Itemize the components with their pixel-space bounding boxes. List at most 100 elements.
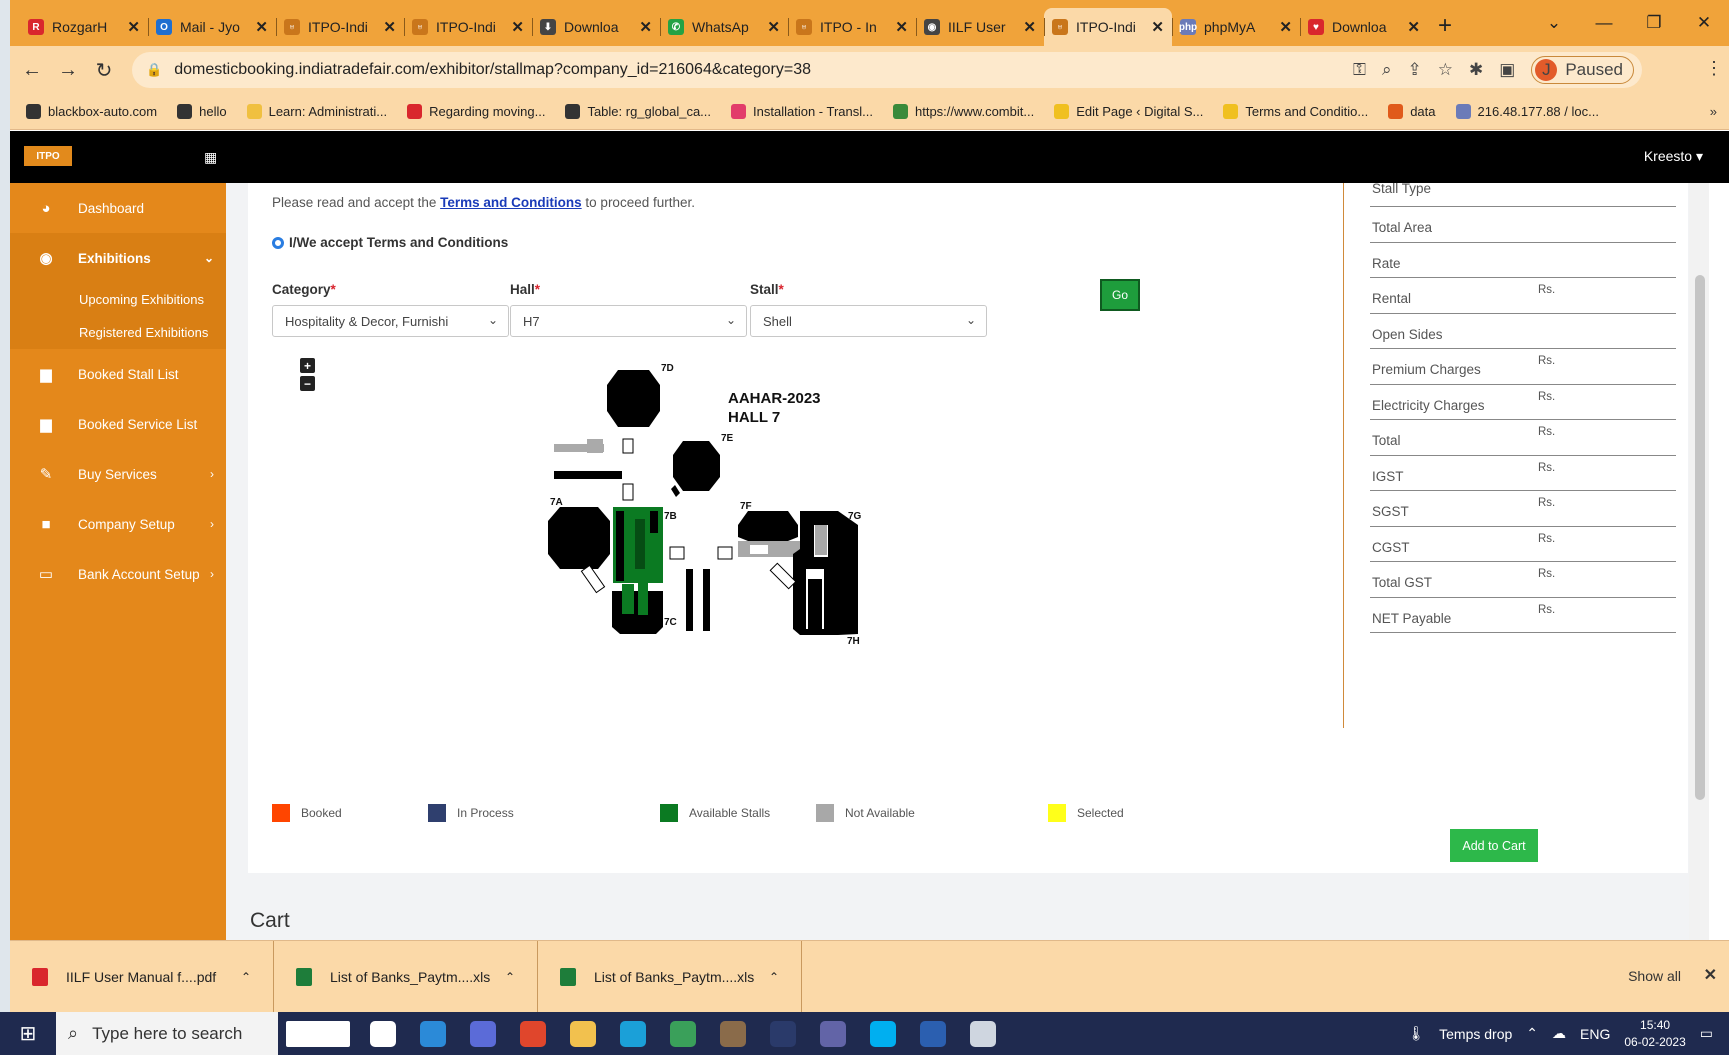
browser-tab[interactable]: ♅ ITPO-Indi ✕ (404, 8, 532, 46)
star-icon[interactable]: ☆ (1438, 60, 1453, 80)
close-icon[interactable]: ✕ (1151, 18, 1164, 36)
sidebar-item-dashboard[interactable]: ◕ Dashboard (10, 183, 226, 233)
bookmarks-overflow-icon[interactable]: » (1710, 104, 1717, 119)
bookmark-item[interactable]: 216.48.177.88 / loc... (1455, 104, 1599, 119)
extensions-icon[interactable]: ✱ (1469, 60, 1483, 80)
taskbar-app[interactable] (458, 1012, 508, 1055)
taskbar-app[interactable] (958, 1012, 1008, 1055)
zoom-icon[interactable]: ⌕ (1382, 60, 1392, 80)
browser-tab[interactable]: ♅ ITPO - In ✕ (788, 8, 916, 46)
language-indicator[interactable]: ENG (1580, 1026, 1610, 1042)
sidepanel-icon[interactable]: ▣ (1499, 60, 1515, 80)
key-icon[interactable]: ⚿ (1353, 60, 1366, 80)
taskbar-app[interactable] (608, 1012, 658, 1055)
weather-icon[interactable]: 🌡 (1407, 1025, 1425, 1042)
bookmark-item[interactable]: data (1388, 104, 1436, 119)
zoom-out-button[interactable]: − (300, 376, 315, 391)
clock[interactable]: 15:40 06-02-2023 (1624, 1017, 1685, 1051)
back-button[interactable]: ← (14, 59, 50, 82)
bookmark-item[interactable]: Table: rg_global_ca... (565, 104, 711, 119)
category-select[interactable]: Hospitality & Decor, Furnishi ⌄ (272, 305, 509, 337)
browser-tab[interactable]: ◉ IILF User ✕ (916, 8, 1044, 46)
weather-text[interactable]: Temps drop (1439, 1026, 1512, 1042)
close-icon[interactable]: ✕ (511, 18, 524, 36)
close-icon[interactable]: ✕ (895, 18, 908, 36)
sidebar-item-booked-stall-list[interactable]: ▆ Booked Stall List (10, 349, 226, 399)
scrollbar-thumb[interactable] (1695, 275, 1705, 800)
browser-tab[interactable]: ✆ WhatsAp ✕ (660, 8, 788, 46)
bookmark-item[interactable]: Learn: Administrati... (246, 104, 387, 119)
radio-icon[interactable] (272, 236, 284, 249)
user-menu[interactable]: Kreesto ▾ (1644, 148, 1703, 165)
taskbar-app[interactable] (558, 1012, 608, 1055)
menu-grid-icon[interactable]: ▦ (204, 149, 217, 166)
sidebar-item-bank-account-setup[interactable]: ▭ Bank Account Setup › (10, 549, 226, 599)
chevron-up-icon[interactable]: ⌃ (505, 970, 515, 984)
taskbar-app[interactable] (808, 1012, 858, 1055)
download-item[interactable]: IILF User Manual f....pdf ⌃ (10, 941, 274, 1012)
tab-search-icon[interactable]: ⌄ (1529, 13, 1579, 33)
browser-tab[interactable]: R RozgarH ✕ (20, 8, 148, 46)
sidebar-item-buy-services[interactable]: ✎ Buy Services › (10, 449, 226, 499)
sidebar-item-booked-service-list[interactable]: ▆ Booked Service List (10, 399, 226, 449)
taskbar-search[interactable]: ⌕ Type here to search (56, 1012, 278, 1055)
page-scrollbar[interactable] (1689, 183, 1709, 940)
taskbar-app[interactable] (508, 1012, 558, 1055)
sidebar-item-exhibitions[interactable]: ◉ Exhibitions ⌄ (10, 233, 226, 283)
minimize-button[interactable]: — (1579, 13, 1629, 33)
taskbar-app[interactable] (858, 1012, 908, 1055)
chevron-up-icon[interactable]: ⌃ (241, 970, 251, 984)
show-all-button[interactable]: Show all (1628, 968, 1681, 984)
browser-tab[interactable]: php phpMyA ✕ (1172, 8, 1300, 46)
taskbar-app[interactable] (908, 1012, 958, 1055)
taskbar-app[interactable] (658, 1012, 708, 1055)
menu-dots-icon[interactable]: ⋮ (1705, 58, 1723, 79)
url-text[interactable]: domesticbooking.indiatradefair.com/exhib… (174, 61, 811, 79)
close-icon[interactable]: ✕ (767, 18, 780, 36)
browser-tab[interactable]: ♅ ITPO-Indi ✕ (276, 8, 404, 46)
reload-button[interactable]: ↻ (86, 58, 122, 83)
close-downloads-icon[interactable]: ✕ (1704, 965, 1717, 985)
address-bar[interactable]: 🔒 domesticbooking.indiatradefair.com/exh… (132, 52, 1642, 88)
zoom-in-button[interactable]: + (300, 358, 315, 373)
browser-tab[interactable]: ♥ Downloa ✕ (1300, 8, 1428, 46)
taskbar-app[interactable] (708, 1012, 758, 1055)
onedrive-icon[interactable]: ☁ (1552, 1025, 1566, 1042)
terms-link[interactable]: Terms and Conditions (440, 195, 582, 210)
windows-start-icon[interactable]: ⊞ (0, 1021, 56, 1046)
new-tab-button[interactable]: + (1438, 12, 1452, 40)
bookmark-item[interactable]: Terms and Conditio... (1223, 104, 1368, 119)
bookmark-item[interactable]: Regarding moving... (407, 104, 545, 119)
notifications-icon[interactable]: ▭ (1700, 1025, 1713, 1042)
profile-button[interactable]: J Paused (1531, 56, 1634, 84)
hall-select[interactable]: H7 ⌄ (510, 305, 747, 337)
close-icon[interactable]: ✕ (1407, 18, 1420, 36)
browser-tab[interactable]: ♅ ITPO-Indi ✕ (1044, 8, 1172, 46)
bookmark-item[interactable]: hello (177, 104, 227, 119)
download-item[interactable]: List of Banks_Paytm....xls ⌃ (538, 941, 802, 1012)
taskbar-app[interactable] (278, 1012, 358, 1055)
chevron-up-icon[interactable]: ⌃ (769, 970, 779, 984)
sidebar-item-company-setup[interactable]: ■ Company Setup › (10, 499, 226, 549)
stall-select[interactable]: Shell ⌄ (750, 305, 987, 337)
add-to-cart-button[interactable]: Add to Cart (1450, 829, 1538, 862)
share-icon[interactable]: ⇪ (1408, 60, 1422, 80)
itpo-logo[interactable]: ITPO (24, 146, 72, 166)
bookmark-item[interactable]: Edit Page ‹ Digital S... (1054, 104, 1203, 119)
browser-tab[interactable]: ⬇ Downloa ✕ (532, 8, 660, 46)
accept-terms-radio[interactable]: I/We accept Terms and Conditions (272, 235, 508, 250)
close-icon[interactable]: ✕ (1023, 18, 1036, 36)
go-button[interactable]: Go (1100, 279, 1140, 311)
taskbar-app[interactable] (358, 1012, 408, 1055)
close-icon[interactable]: ✕ (639, 18, 652, 36)
taskbar-app[interactable] (408, 1012, 458, 1055)
close-icon[interactable]: ✕ (255, 18, 268, 36)
forward-button[interactable]: → (50, 59, 86, 82)
browser-tab[interactable]: O Mail - Jyo ✕ (148, 8, 276, 46)
download-item[interactable]: List of Banks_Paytm....xls ⌃ (274, 941, 538, 1012)
close-icon[interactable]: ✕ (383, 18, 396, 36)
sidebar-subitem-upcoming-exhibitions[interactable]: Upcoming Exhibitions (10, 283, 226, 316)
hall-7-stall-map[interactable]: 7D 7E 7A 7B 7F 7G 7C 7H (538, 359, 878, 659)
taskbar-app[interactable] (758, 1012, 808, 1055)
close-icon[interactable]: ✕ (127, 18, 140, 36)
